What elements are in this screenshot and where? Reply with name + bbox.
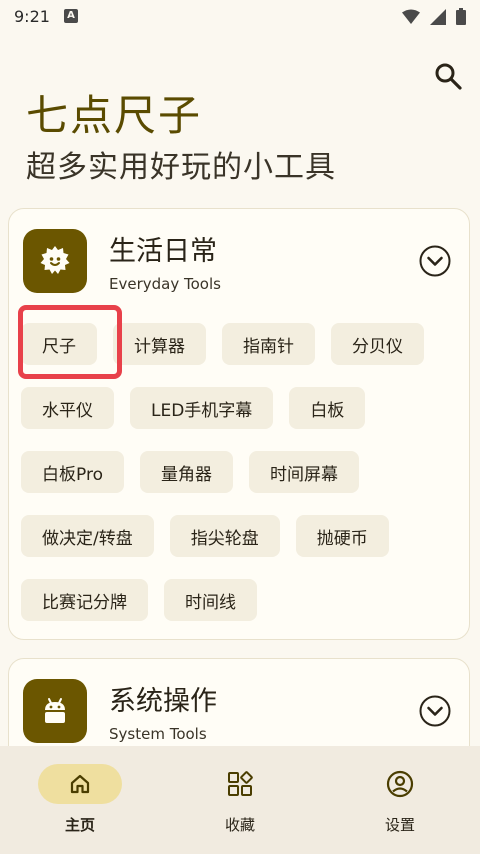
android-icon — [45, 698, 65, 723]
category-icon — [23, 679, 87, 743]
nav-label: 收藏 — [224, 816, 255, 834]
tool-chip-scoreboard[interactable]: 比赛记分牌 — [21, 579, 148, 621]
tool-chip-whiteboard[interactable]: 白板 — [289, 387, 366, 429]
status-time: 9:21 — [14, 7, 50, 26]
category-subtitle: Everyday Tools — [109, 275, 221, 293]
search-icon — [435, 63, 462, 90]
tool-chip-fingertip-roulette[interactable]: 指尖轮盘 — [169, 515, 280, 557]
notification-app-icon: A — [64, 9, 78, 23]
chevron-down-circle-icon — [419, 245, 451, 277]
nav-item-favorites[interactable]: 收藏 — [160, 746, 320, 854]
nav-item-settings[interactable]: 设置 — [320, 746, 480, 854]
category-card-everyday: 生活日常 Everyday Tools 尺子 计算器 指南针 分贝仪 水平仪 L… — [8, 208, 470, 640]
chevron-down-circle-icon — [419, 695, 451, 727]
tool-chip-led-banner[interactable]: LED手机字幕 — [130, 387, 274, 429]
status-bar: 9:21 A — [0, 0, 480, 34]
expand-button[interactable] — [419, 245, 451, 277]
tool-chip-decibel-meter[interactable]: 分贝仪 — [331, 323, 424, 365]
nav-label: 设置 — [384, 816, 415, 834]
tool-chip-ruler[interactable]: 尺子 — [21, 323, 97, 365]
status-icons — [402, 8, 466, 25]
tool-chip-calculator[interactable]: 计算器 — [113, 323, 206, 365]
tool-chip-compass[interactable]: 指南针 — [222, 323, 315, 365]
nav-label: 主页 — [64, 816, 95, 834]
page-subtitle: 超多实用好玩的小工具 — [26, 150, 336, 185]
battery-icon — [456, 8, 466, 25]
category-title: 系统操作 — [109, 686, 217, 717]
search-button[interactable] — [432, 60, 464, 92]
nav-item-home[interactable]: 主页 — [0, 746, 160, 854]
bottom-nav: 主页 收藏 设置 — [0, 746, 480, 854]
account-circle-icon — [386, 770, 414, 798]
nav-pill — [38, 764, 122, 804]
home-icon — [70, 774, 90, 794]
nav-pill — [198, 764, 282, 804]
tool-chip-decision-wheel[interactable]: 做决定/转盘 — [21, 515, 154, 557]
tool-chip-timeline[interactable]: 时间线 — [164, 579, 257, 621]
page-title: 七点尺子 — [26, 91, 203, 140]
tool-chip-list: 尺子 计算器 指南针 分贝仪 水平仪 LED手机字幕 白板 白板Pro 量角器 … — [21, 323, 461, 621]
tool-chip-protractor[interactable]: 量角器 — [139, 451, 233, 493]
tool-chip-coin-flip[interactable]: 抛硬币 — [295, 515, 389, 557]
category-subtitle: System Tools — [109, 725, 207, 743]
sun-face-icon — [40, 246, 70, 274]
category-icon — [23, 229, 87, 293]
tool-chip-level[interactable]: 水平仪 — [21, 387, 114, 429]
expand-button[interactable] — [419, 695, 451, 727]
tool-chip-time-screen[interactable]: 时间屏幕 — [248, 451, 359, 493]
category-title: 生活日常 — [109, 236, 217, 267]
wifi-icon — [402, 9, 420, 24]
grid-favorites-icon — [228, 771, 253, 796]
cell-signal-icon — [430, 8, 446, 25]
nav-pill — [358, 764, 442, 804]
tool-chip-whiteboard-pro[interactable]: 白板Pro — [21, 451, 124, 493]
